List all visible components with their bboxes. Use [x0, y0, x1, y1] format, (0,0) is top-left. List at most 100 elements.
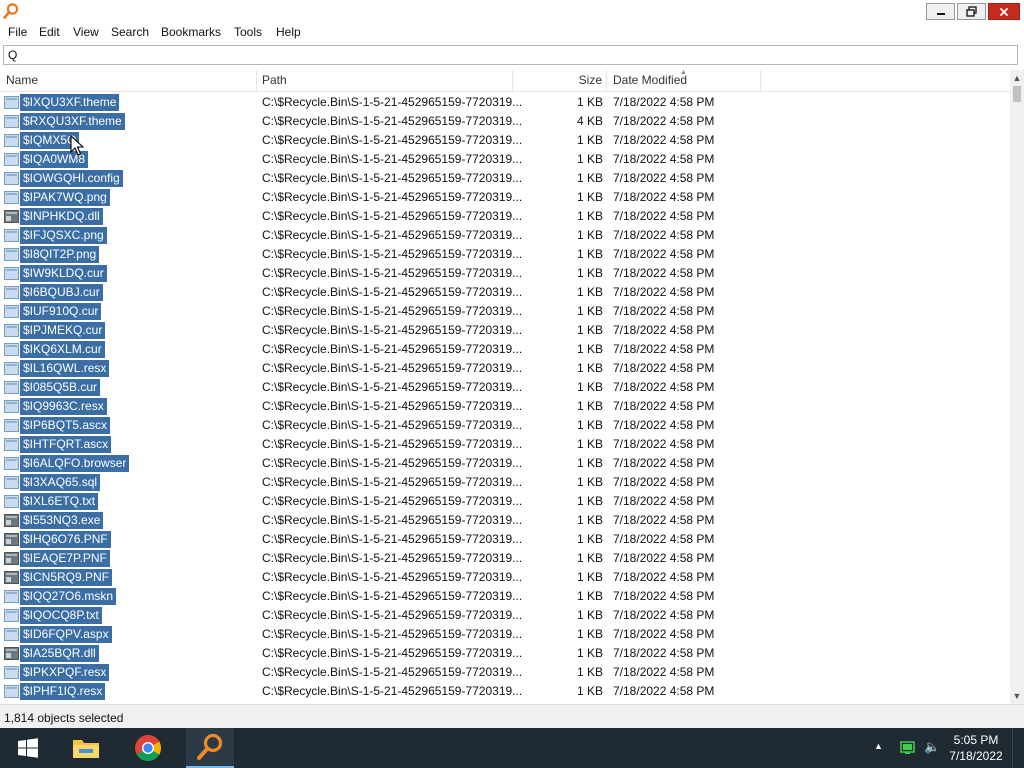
- table-row[interactable]: $IPHF1IQ.resx C:\$Recycle.Bin\S-1-5-21-45…: [0, 682, 1010, 701]
- column-name[interactable]: Name: [6, 70, 256, 91]
- file-date-modified: 7/18/2022 4:58 PM: [613, 285, 715, 299]
- table-row[interactable]: $IPAK7WQ.png C:\$Recycle.Bin\S-1-5-21-452…: [0, 188, 1010, 207]
- minimize-button[interactable]: [926, 3, 955, 20]
- vertical-scrollbar[interactable]: ▲ ▼: [1010, 70, 1024, 704]
- file-name[interactable]: $IKQ6XLM.cur: [20, 341, 105, 358]
- file-name[interactable]: $IUF910Q.cur: [20, 303, 102, 320]
- show-hidden-icons-icon[interactable]: ▲: [874, 741, 883, 751]
- table-row[interactable]: $IUF910Q.cur C:\$Recycle.Bin\S-1-5-21-452…: [0, 302, 1010, 321]
- column-size[interactable]: Size: [512, 70, 602, 91]
- file-name[interactable]: $RXQU3XF.theme: [20, 113, 125, 130]
- file-name[interactable]: $IOWGQHI.config: [20, 170, 123, 187]
- table-row[interactable]: $I6BQUBJ.cur C:\$Recycle.Bin\S-1-5-21-452…: [0, 283, 1010, 302]
- file-name[interactable]: $IQOCQ8P.txt: [20, 607, 102, 624]
- file-size: 1 KB: [576, 665, 603, 679]
- table-row[interactable]: $IXQU3XF.theme C:\$Recycle.Bin\S-1-5-21-4…: [0, 93, 1010, 112]
- menu-search[interactable]: Search: [111, 25, 149, 39]
- file-name[interactable]: $IP6BQT5.ascx: [20, 417, 111, 434]
- file-name[interactable]: $IXQU3XF.theme: [20, 94, 120, 111]
- file-name[interactable]: $IW9KLDQ.cur: [20, 265, 107, 282]
- file-name[interactable]: $IQ9963C.resx: [20, 398, 107, 415]
- column-path[interactable]: Path: [262, 70, 512, 91]
- file-name[interactable]: $IPAK7WQ.png: [20, 189, 110, 206]
- menu-file[interactable]: File: [8, 25, 27, 39]
- file-name[interactable]: $IEAQE7P.PNF: [20, 550, 110, 567]
- close-button[interactable]: [988, 3, 1020, 20]
- table-row[interactable]: $IKQ6XLM.cur C:\$Recycle.Bin\S-1-5-21-452…: [0, 340, 1010, 359]
- column-separator[interactable]: [760, 70, 761, 91]
- file-date-modified: 7/18/2022 4:58 PM: [613, 437, 715, 451]
- scroll-down-arrow-icon[interactable]: ▼: [1010, 688, 1024, 704]
- table-row[interactable]: $IQA0WM8 C:\$Recycle.Bin\S-1-5-21-4529651…: [0, 150, 1010, 169]
- table-row[interactable]: $IQQ27O6.mskn C:\$Recycle.Bin\S-1-5-21-45…: [0, 587, 1010, 606]
- file-name[interactable]: $IA25BQR.dll: [20, 645, 99, 662]
- table-row[interactable]: $ID6FQPV.aspx C:\$Recycle.Bin\S-1-5-21-45…: [0, 625, 1010, 644]
- table-row[interactable]: $IQMX5Q C:\$Recycle.Bin\S-1-5-21-45296515…: [0, 131, 1010, 150]
- file-name[interactable]: $I8QIT2P.png: [20, 246, 100, 263]
- file-name[interactable]: $I085Q5B.cur: [20, 379, 101, 396]
- search-input[interactable]: [8, 48, 1008, 62]
- file-name[interactable]: $IL16QWL.resx: [20, 360, 110, 377]
- menu-tools[interactable]: Tools: [234, 25, 262, 39]
- table-row[interactable]: $ICN5RQ9.PNF C:\$Recycle.Bin\S-1-5-21-452…: [0, 568, 1010, 587]
- menu-edit[interactable]: Edit: [39, 25, 60, 39]
- table-row[interactable]: $I553NQ3.exe C:\$Recycle.Bin\S-1-5-21-452…: [0, 511, 1010, 530]
- clock[interactable]: 5:05 PM 7/18/2022: [944, 732, 1008, 764]
- table-row[interactable]: $IHQ6O76.PNF C:\$Recycle.Bin\S-1-5-21-452…: [0, 530, 1010, 549]
- file-name[interactable]: $INPHKDQ.dll: [20, 208, 103, 225]
- network-icon[interactable]: [900, 741, 916, 755]
- table-row[interactable]: $IL16QWL.resx C:\$Recycle.Bin\S-1-5-21-45…: [0, 359, 1010, 378]
- menu-bar: File Edit View Search Bookmarks Tools He…: [0, 22, 1024, 42]
- file-icon: [4, 495, 19, 508]
- show-desktop-button[interactable]: [1012, 728, 1024, 768]
- table-row[interactable]: $I8QIT2P.png C:\$Recycle.Bin\S-1-5-21-452…: [0, 245, 1010, 264]
- file-name[interactable]: $I6BQUBJ.cur: [20, 284, 103, 301]
- table-row[interactable]: $RXQU3XF.theme C:\$Recycle.Bin\S-1-5-21-4…: [0, 112, 1010, 131]
- column-separator[interactable]: [256, 70, 257, 91]
- menu-view[interactable]: View: [73, 25, 99, 39]
- search-box[interactable]: [3, 45, 1018, 65]
- table-row[interactable]: $IP6BQT5.ascx C:\$Recycle.Bin\S-1-5-21-45…: [0, 416, 1010, 435]
- taskbar-chrome[interactable]: [124, 728, 172, 768]
- file-name[interactable]: $IFJQSXC.png: [20, 227, 107, 244]
- file-name[interactable]: $IPKXPQF.resx: [20, 664, 110, 681]
- status-text: 1,814 objects selected: [4, 711, 124, 725]
- table-row[interactable]: $IQ9963C.resx C:\$Recycle.Bin\S-1-5-21-45…: [0, 397, 1010, 416]
- file-name[interactable]: $IHTFQRT.ascx: [20, 436, 112, 453]
- table-row[interactable]: $IW9KLDQ.cur C:\$Recycle.Bin\S-1-5-21-452…: [0, 264, 1010, 283]
- table-row[interactable]: $IPJMEKQ.cur C:\$Recycle.Bin\S-1-5-21-452…: [0, 321, 1010, 340]
- file-name[interactable]: $ICN5RQ9.PNF: [20, 569, 113, 586]
- file-name[interactable]: $I6ALQFO.browser: [20, 455, 130, 472]
- restore-button[interactable]: [957, 3, 986, 20]
- table-row[interactable]: $I6ALQFO.browser C:\$Recycle.Bin\S-1-5-21…: [0, 454, 1010, 473]
- table-row[interactable]: $IA25BQR.dll C:\$Recycle.Bin\S-1-5-21-452…: [0, 644, 1010, 663]
- table-row[interactable]: $IFJQSXC.png C:\$Recycle.Bin\S-1-5-21-452…: [0, 226, 1010, 245]
- table-row[interactable]: $IXL6ETQ.txt C:\$Recycle.Bin\S-1-5-21-452…: [0, 492, 1010, 511]
- table-row[interactable]: $INPHKDQ.dll C:\$Recycle.Bin\S-1-5-21-452…: [0, 207, 1010, 226]
- table-row[interactable]: $IQOCQ8P.txt C:\$Recycle.Bin\S-1-5-21-452…: [0, 606, 1010, 625]
- volume-icon[interactable]: 🔈: [924, 739, 940, 755]
- start-button[interactable]: [4, 728, 52, 768]
- file-name[interactable]: $IPJMEKQ.cur: [20, 322, 106, 339]
- file-name[interactable]: $IHQ6O76.PNF: [20, 531, 111, 548]
- scroll-thumb[interactable]: [1013, 86, 1021, 102]
- file-name[interactable]: $I553NQ3.exe: [20, 512, 104, 529]
- column-separator[interactable]: [606, 70, 607, 91]
- table-row[interactable]: $I085Q5B.cur C:\$Recycle.Bin\S-1-5-21-452…: [0, 378, 1010, 397]
- file-name[interactable]: $IXL6ETQ.txt: [20, 493, 99, 510]
- menu-bookmarks[interactable]: Bookmarks: [161, 25, 221, 39]
- file-name[interactable]: $ID6FQPV.aspx: [20, 626, 112, 643]
- taskbar-file-explorer[interactable]: [62, 728, 110, 768]
- table-row[interactable]: $IPKXPQF.resx C:\$Recycle.Bin\S-1-5-21-45…: [0, 663, 1010, 682]
- file-name[interactable]: $I3XAQ65.sql: [20, 474, 101, 491]
- scroll-up-arrow-icon[interactable]: ▲: [1010, 70, 1024, 86]
- menu-help[interactable]: Help: [276, 25, 301, 39]
- table-row[interactable]: $IEAQE7P.PNF C:\$Recycle.Bin\S-1-5-21-452…: [0, 549, 1010, 568]
- results-list[interactable]: $IXQU3XF.theme C:\$Recycle.Bin\S-1-5-21-4…: [0, 93, 1010, 701]
- table-row[interactable]: $I3XAQ65.sql C:\$Recycle.Bin\S-1-5-21-452…: [0, 473, 1010, 492]
- file-name[interactable]: $IPHF1IQ.resx: [20, 683, 106, 700]
- table-row[interactable]: $IOWGQHI.config C:\$Recycle.Bin\S-1-5-21-…: [0, 169, 1010, 188]
- table-row[interactable]: $IHTFQRT.ascx C:\$Recycle.Bin\S-1-5-21-45…: [0, 435, 1010, 454]
- taskbar-everything[interactable]: [186, 728, 234, 768]
- file-name[interactable]: $IQQ27O6.mskn: [20, 588, 117, 605]
